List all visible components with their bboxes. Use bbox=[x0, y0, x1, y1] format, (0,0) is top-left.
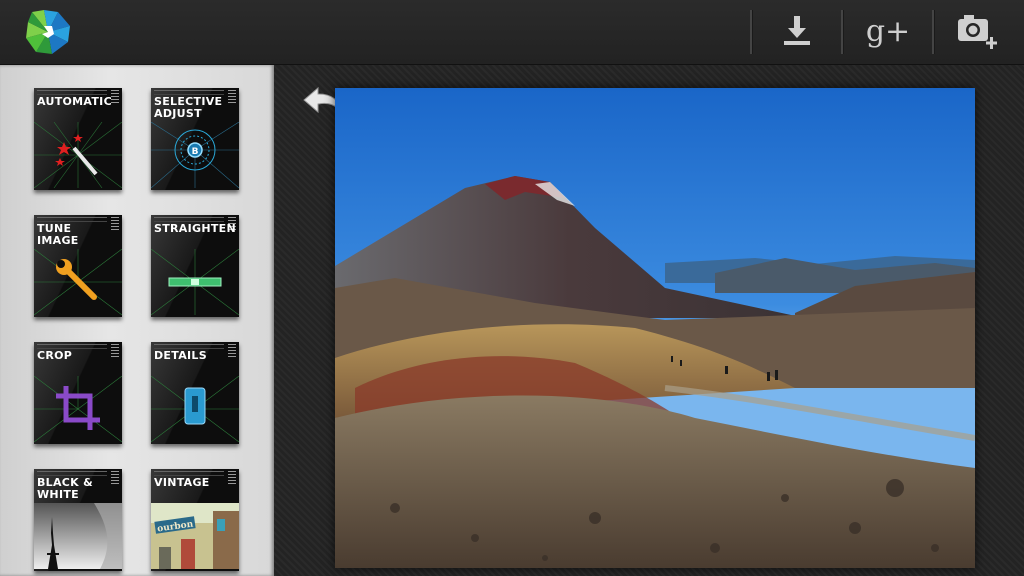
level-icon bbox=[151, 249, 239, 315]
tool-label: SELECTIVE ADJUST bbox=[154, 95, 223, 120]
tool-label: VINTAGE bbox=[154, 476, 210, 489]
toolbar-separator bbox=[750, 10, 753, 54]
google-plus-icon: g+ bbox=[865, 14, 911, 49]
top-bar: g+ bbox=[0, 0, 1024, 65]
tool-label: DETAILS bbox=[154, 349, 207, 362]
tool-details[interactable]: DETAILS bbox=[151, 342, 239, 444]
tool-straighten[interactable]: STRAIGHTEN bbox=[151, 215, 239, 317]
tool-label: BLACK & WHITE bbox=[37, 476, 94, 501]
tool-crop[interactable]: CROP bbox=[34, 342, 122, 444]
crop-icon bbox=[34, 376, 122, 442]
tool-black-and-white[interactable]: BLACK & WHITE bbox=[34, 469, 122, 571]
tool-tune-image[interactable]: TUNE IMAGE bbox=[34, 215, 122, 317]
open-camera-button[interactable] bbox=[948, 8, 1008, 56]
sharpener-icon bbox=[151, 376, 239, 442]
magic-wand-icon bbox=[34, 122, 122, 188]
google-plus-button[interactable]: g+ bbox=[858, 8, 918, 56]
mountain-landscape-photo bbox=[335, 88, 975, 568]
eiffel-tower-icon bbox=[34, 503, 122, 569]
tool-vintage[interactable]: VINTAGE ourbon bbox=[151, 469, 239, 571]
tool-label: CROP bbox=[37, 349, 73, 362]
tool-label: TUNE IMAGE bbox=[37, 222, 79, 247]
wrench-icon bbox=[34, 249, 122, 315]
tool-selective-adjust[interactable]: SELECTIVE ADJUST B bbox=[151, 88, 239, 190]
tool-automatic[interactable]: AUTOMATIC bbox=[34, 88, 122, 190]
tools-panel: AUTOMATIC SELECTIVE ADJUST B TUNE IMAGE … bbox=[0, 65, 274, 576]
toolbar-separator bbox=[841, 10, 844, 54]
download-button[interactable] bbox=[767, 8, 827, 56]
selective-adjust-badge: B bbox=[192, 147, 199, 157]
tool-label: STRAIGHTEN bbox=[154, 222, 236, 235]
download-icon bbox=[780, 13, 814, 51]
tool-label: AUTOMATIC bbox=[37, 95, 112, 108]
vintage-photo-icon: ourbon bbox=[151, 503, 239, 569]
control-point-icon: B bbox=[151, 122, 239, 188]
camera-add-icon bbox=[956, 11, 1000, 53]
toolbar-separator bbox=[932, 10, 935, 54]
snapseed-logo-icon bbox=[22, 8, 74, 56]
